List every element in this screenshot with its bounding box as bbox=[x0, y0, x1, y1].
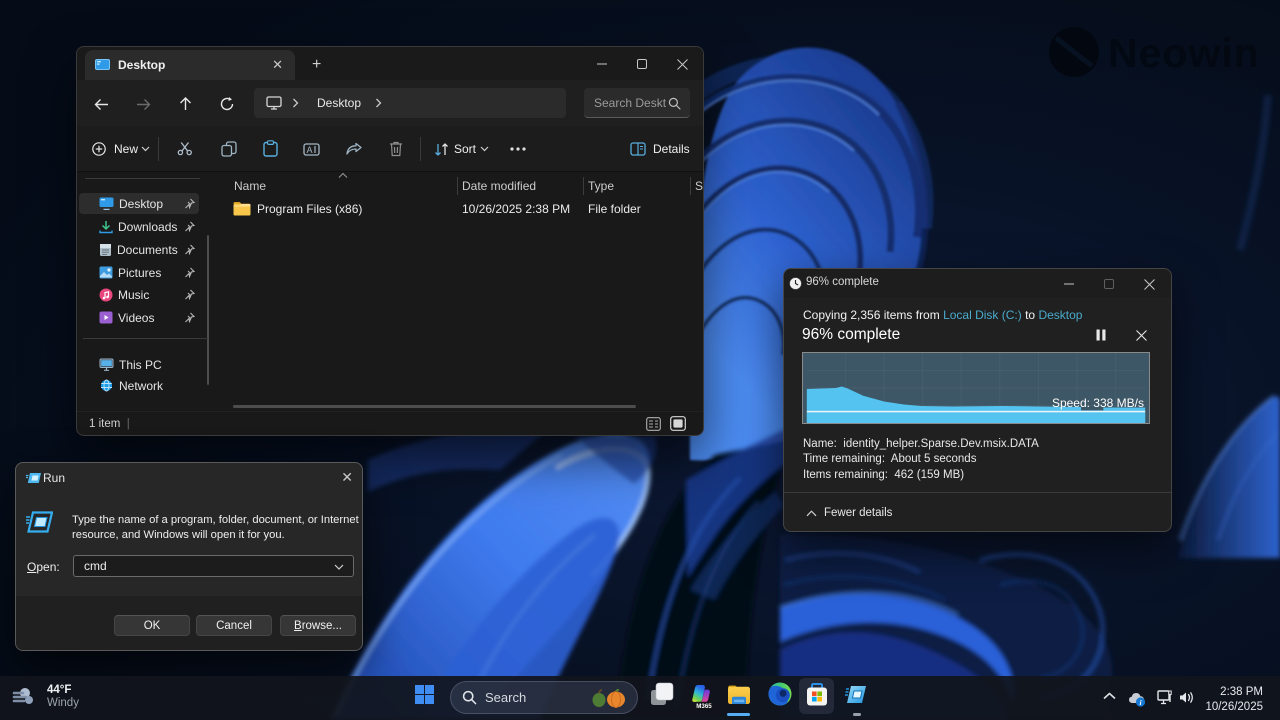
svg-text:Neowin: Neowin bbox=[1108, 30, 1260, 76]
svg-text:A: A bbox=[307, 145, 313, 155]
svg-text:M365: M365 bbox=[696, 703, 712, 710]
